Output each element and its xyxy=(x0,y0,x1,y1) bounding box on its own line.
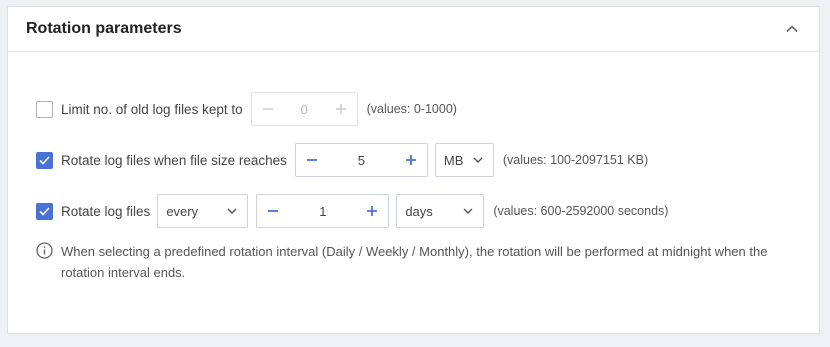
rotate-by-time-row: Rotate log files every 1 days (values: 6… xyxy=(36,194,668,228)
decrement-button[interactable] xyxy=(257,195,289,227)
panel-header[interactable]: Rotation parameters xyxy=(8,7,819,52)
interval-unit-value: days xyxy=(405,203,433,219)
size-unit-value: MB xyxy=(443,152,464,168)
chevron-down-icon xyxy=(473,157,483,163)
minus-icon xyxy=(306,159,317,161)
limit-old-logs-checkbox[interactable] xyxy=(36,100,53,118)
rotate-by-time-checkbox[interactable] xyxy=(36,202,53,220)
plus-icon xyxy=(367,206,378,216)
minus-icon xyxy=(268,210,279,212)
limit-old-logs-label: Limit no. of old log files kept to xyxy=(61,101,243,117)
file-size-stepper[interactable]: 5 xyxy=(294,143,428,177)
limit-old-logs-hint: (values: 0-1000) xyxy=(366,102,457,116)
interval-unit-select[interactable]: days xyxy=(396,194,485,228)
interval-value[interactable]: 1 xyxy=(289,204,356,219)
limit-old-logs-value[interactable]: 0 xyxy=(284,102,325,117)
increment-button[interactable] xyxy=(325,93,357,125)
decrement-button[interactable] xyxy=(252,93,284,125)
chevron-down-icon xyxy=(463,208,473,214)
rotate-by-size-checkbox[interactable] xyxy=(36,151,53,169)
info-note: When selecting a predefined rotation int… xyxy=(36,241,776,283)
plus-icon xyxy=(335,104,346,114)
size-hint: (values: 100-2097151 KB) xyxy=(502,153,649,167)
rotation-mode-value: every xyxy=(166,203,199,219)
increment-button[interactable] xyxy=(395,144,427,176)
interval-stepper[interactable]: 1 xyxy=(256,194,390,228)
checkmark-icon xyxy=(39,155,50,165)
info-text: When selecting a predefined rotation int… xyxy=(61,244,768,280)
increment-button[interactable] xyxy=(356,195,388,227)
chevron-up-icon[interactable] xyxy=(785,22,799,36)
rotate-by-size-row: Rotate log files when file size reaches … xyxy=(36,143,648,177)
minus-icon xyxy=(262,108,273,110)
interval-hint: (values: 600-2592000 seconds) xyxy=(493,204,669,218)
limit-old-logs-stepper[interactable]: 0 xyxy=(250,92,358,126)
rotate-by-size-label: Rotate log files when file size reaches xyxy=(61,152,287,168)
panel-title: Rotation parameters xyxy=(26,20,182,37)
file-size-value[interactable]: 5 xyxy=(328,153,395,168)
checkmark-icon xyxy=(39,206,50,216)
plus-icon xyxy=(405,155,416,165)
rotation-mode-select[interactable]: every xyxy=(157,194,249,228)
decrement-button[interactable] xyxy=(296,144,328,176)
size-unit-select[interactable]: MB xyxy=(434,143,494,177)
info-icon xyxy=(36,242,53,259)
chevron-down-icon xyxy=(227,208,237,214)
rotate-by-time-label: Rotate log files xyxy=(61,203,151,219)
limit-old-logs-row: Limit no. of old log files kept to 0 (va… xyxy=(36,92,457,126)
